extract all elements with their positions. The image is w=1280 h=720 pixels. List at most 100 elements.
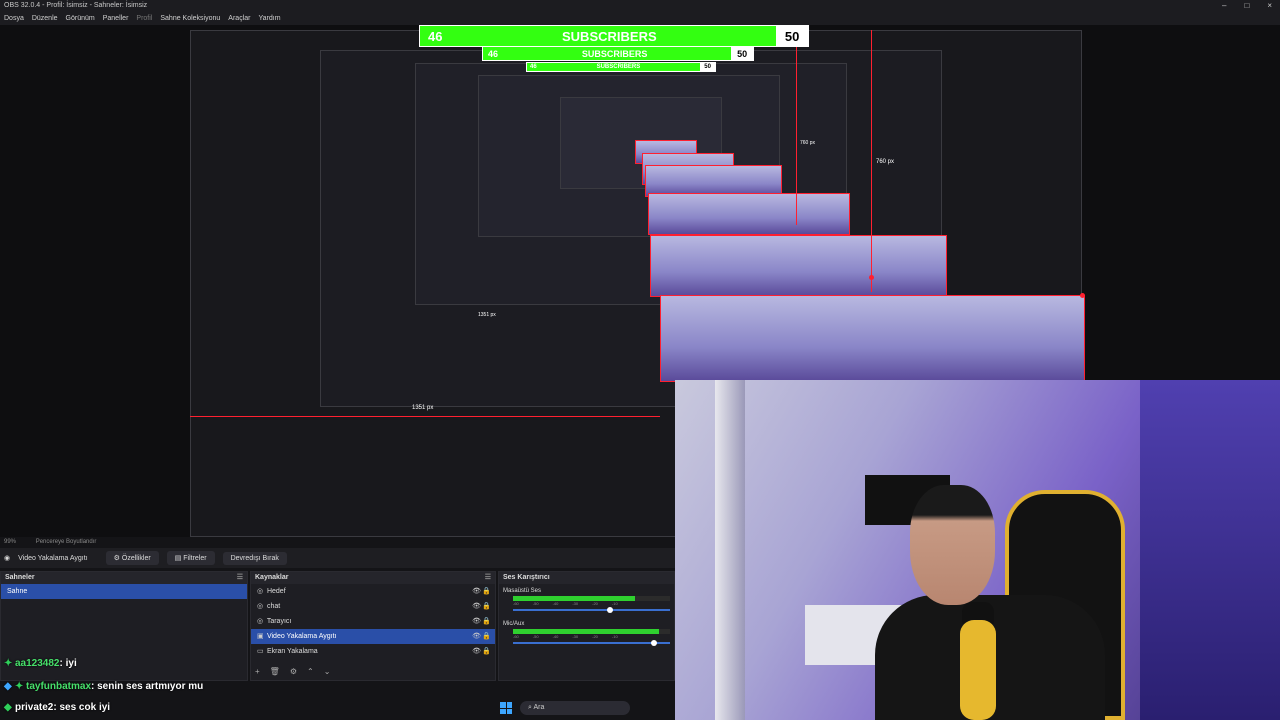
camera-frame-echo-6 <box>660 295 1085 382</box>
dock-menu-icon[interactable]: ☰ <box>237 572 243 584</box>
menu-docks[interactable]: Paneller <box>103 12 129 25</box>
menu-edit[interactable]: Düzenle <box>32 12 58 25</box>
sources-footer: + 🗑 ⚙ ⌃ ⌄ <box>255 667 330 676</box>
chat-text: : senin ses artmıyor mu <box>91 681 204 692</box>
height-guide-line <box>871 30 872 292</box>
visibility-icon[interactable]: 👁 <box>472 629 481 644</box>
camera-frame-echo-4 <box>648 193 850 235</box>
taskbar: ⌕ Ara <box>500 698 675 718</box>
badge-icon: ✦ <box>4 658 13 669</box>
width-label-small: 1351 px <box>478 312 496 318</box>
meter-ticks: -60 -50 -40 -30 -20 -10 <box>513 601 674 606</box>
streamer-head <box>910 485 995 605</box>
subscriber-goal-bar: 46 SUBSCRIBERS 50 <box>419 25 809 47</box>
lock-icon[interactable]: 🔒 <box>482 584 491 599</box>
add-icon[interactable]: + <box>255 667 260 676</box>
visibility-icon[interactable]: 👁 <box>472 584 481 599</box>
visibility-icon[interactable]: 👁 <box>472 599 481 614</box>
height-label-small: 760 px <box>800 140 816 146</box>
desktop-volume-slider[interactable] <box>513 607 670 613</box>
height-label: 760 px <box>876 159 895 165</box>
trash-icon[interactable]: 🗑 <box>270 667 280 676</box>
source-item-browser[interactable]: ◎ Tarayıcı 👁 🔒 <box>251 614 495 629</box>
volume-knob[interactable] <box>607 607 614 613</box>
guide-handle-corner[interactable] <box>1080 293 1085 298</box>
subscriber-label-echo: SUBSCRIBERS <box>581 48 648 59</box>
scene-item[interactable]: Sahne <box>1 584 247 599</box>
dock-menu-icon[interactable]: ☰ <box>485 572 491 584</box>
down-icon[interactable]: ⌄ <box>324 667 331 676</box>
guide-handle[interactable] <box>869 275 874 280</box>
subscriber-goal-bar-echo: 46 SUBSCRIBERS 50 <box>482 46 754 61</box>
menu-file[interactable]: Dosya <box>4 12 24 25</box>
badge-icon: ◆ <box>4 681 12 692</box>
tick-label: -10 <box>611 634 618 639</box>
filters-button-label: Filtreler <box>183 555 207 562</box>
subscriber-goal-echo-2: 50 <box>700 63 715 71</box>
gear-icon[interactable]: ⚙ <box>290 667 297 676</box>
volume-knob[interactable] <box>651 640 658 646</box>
properties-button-label: Özellikler <box>121 555 151 562</box>
source-item-hedef[interactable]: ◎ Hedef 👁 🔒 <box>251 584 495 599</box>
menu-profile[interactable]: Profil <box>136 12 152 25</box>
tick-label: -60 <box>513 634 519 639</box>
window-title: OBS 32.0.4 - Profil: İsimsiz - Sahneler:… <box>4 2 148 9</box>
chat-message: ✦ aa123482: iyi <box>4 658 77 669</box>
visibility-icon[interactable]: 👁 <box>472 614 481 629</box>
source-label: Tarayıcı <box>266 618 292 625</box>
taskbar-search[interactable]: ⌕ Ara <box>520 701 630 715</box>
preview-status: 99% Pencereye Boyutlandır <box>0 537 675 548</box>
deactivate-button[interactable]: Devredışı Bırak <box>222 551 287 565</box>
sources-dock: Kaynaklar ☰ ◎ Hedef 👁 🔒 ◎ chat 👁 🔒 ◎ Tar… <box>250 571 496 681</box>
windows-start-icon[interactable] <box>500 702 512 714</box>
mixer-channel-name: Mic/Aux <box>503 621 525 627</box>
filters-button[interactable]: ▤ Filtreler <box>166 551 215 565</box>
chat-text: : iyi <box>59 658 77 669</box>
menu-scene-collection[interactable]: Sahne Koleksiyonu <box>160 12 220 25</box>
menu-tools[interactable]: Araçlar <box>228 12 250 25</box>
minimize-button[interactable]: – <box>1222 0 1226 12</box>
desktop-audio-meter <box>513 596 670 601</box>
badge-icon: ✦ <box>15 681 24 692</box>
mic-meter <box>513 629 670 634</box>
camera-icon: ◉ <box>4 555 11 562</box>
subscriber-goal: 50 <box>776 26 808 46</box>
back-wall <box>1140 380 1280 720</box>
chat-user: aa123482 <box>15 658 60 669</box>
lock-icon[interactable]: 🔒 <box>482 599 491 614</box>
sources-header: Kaynaklar ☰ <box>251 572 495 584</box>
close-button[interactable]: × <box>1267 0 1272 12</box>
chat-message: ◆ private2: ses cok iyi <box>4 702 110 713</box>
monitor-icon: ▭ <box>257 648 264 655</box>
globe-icon: ◎ <box>257 603 264 610</box>
tick-label: -50 <box>532 634 539 639</box>
tick-label: -20 <box>592 634 598 639</box>
zoom-level[interactable]: 99% <box>4 539 16 545</box>
lock-icon[interactable]: 🔒 <box>482 644 491 659</box>
mic-volume-slider[interactable] <box>513 640 670 646</box>
tick-label: -60 <box>513 601 519 606</box>
mixer-channel-name: Masaüstü Ses <box>503 588 542 594</box>
visibility-icon[interactable]: 👁 <box>472 644 481 659</box>
source-item-video-capture[interactable]: ▣ Video Yakalama Aygıtı 👁 🔒 <box>251 629 495 644</box>
search-placeholder: Ara <box>533 704 545 711</box>
maximize-button[interactable]: □ <box>1244 0 1249 12</box>
source-label: Video Yakalama Aygıtı <box>266 633 337 640</box>
lock-icon[interactable]: 🔒 <box>482 629 491 644</box>
up-icon[interactable]: ⌃ <box>307 667 314 676</box>
menu-view[interactable]: Görünüm <box>66 12 95 25</box>
tick-label: -30 <box>572 634 579 639</box>
audio-mixer-dock: Ses Karıştırıcı Masaüstü Ses -60 -50 -40… <box>498 571 675 681</box>
properties-button[interactable]: ⚙ Özellikler <box>105 551 159 565</box>
subscriber-label: SUBSCRIBERS <box>562 28 657 44</box>
chat-message: ◆ ✦ tayfunbatmax: senin ses artmıyor mu <box>4 681 203 692</box>
chat-text: : ses cok iyi <box>53 702 111 713</box>
lock-icon[interactable]: 🔒 <box>482 614 491 629</box>
menu-help[interactable]: Yardım <box>258 12 280 25</box>
fit-mode[interactable]: Pencereye Boyutlandır <box>36 539 97 545</box>
meter-ticks: -60 -50 -40 -30 -20 -10 <box>513 634 674 639</box>
width-label: 1351 px <box>412 405 434 411</box>
source-item-display-capture[interactable]: ▭ Ekran Yakalama 👁 🔒 <box>251 644 495 659</box>
source-item-chat[interactable]: ◎ chat 👁 🔒 <box>251 599 495 614</box>
webcam-feed <box>675 380 1280 720</box>
